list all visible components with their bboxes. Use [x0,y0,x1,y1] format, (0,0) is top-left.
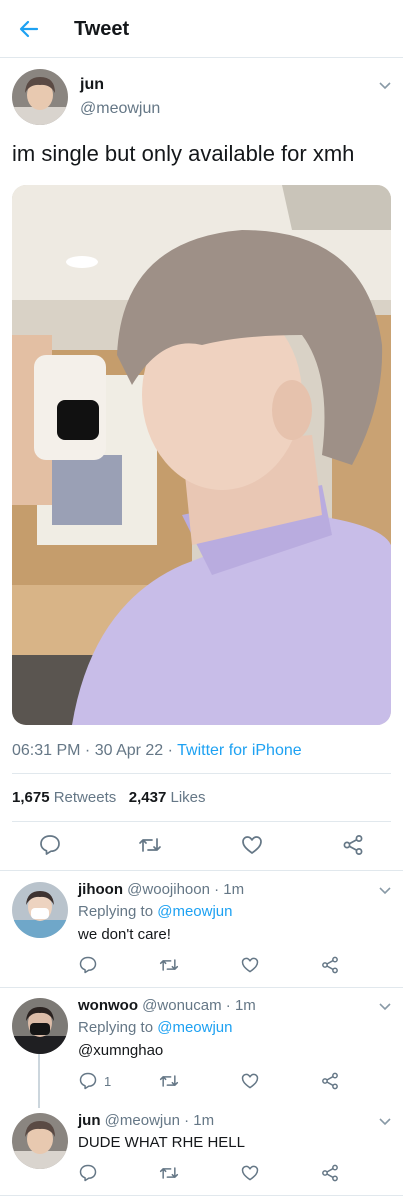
reply-count: 1 [104,1074,112,1089]
replying-to-label: Replying to [78,903,158,920]
avatar[interactable] [12,1113,68,1169]
reply-author-handle[interactable]: @wonucam [142,997,221,1014]
share-icon[interactable] [341,833,365,857]
thread-line [38,1054,40,1108]
like-icon[interactable] [240,1163,260,1183]
author-name[interactable]: jun [80,76,104,94]
like-icon[interactable] [240,955,260,975]
reply-author-name[interactable]: jihoon [78,881,123,898]
author-handle[interactable]: @meowjun [80,100,160,118]
tweet-timestamp: 06:31 PM · 30 Apr 22 · Twitter for iPhon… [12,742,302,760]
replying-to: Replying to @meowjun [78,1019,232,1036]
divider [12,821,391,822]
reply-text[interactable]: @xumnghao [78,1042,163,1059]
reply-text: we don't care! [78,926,171,943]
reply-icon[interactable] [78,1071,98,1091]
tweet-text: im single but only available for xmh [12,141,355,166]
retweet-count[interactable]: 1,675 [12,789,50,806]
reply-author-name[interactable]: jun [78,1112,101,1129]
like-icon[interactable] [240,1071,260,1091]
replying-to: Replying to @meowjun [78,903,232,920]
avatar[interactable] [12,998,68,1054]
retweet-label[interactable]: Retweets [54,789,117,806]
reply-author-name[interactable]: wonwoo [78,997,138,1014]
avatar[interactable] [12,69,68,125]
divider [0,1195,403,1196]
chevron-down-icon[interactable] [378,999,392,1013]
reply-author-handle[interactable]: @meowjun [105,1112,180,1129]
retweet-icon[interactable] [158,1071,180,1091]
divider [0,987,403,988]
like-label[interactable]: Likes [170,789,205,806]
chevron-down-icon[interactable] [378,883,392,897]
retweet-icon[interactable] [158,1163,180,1183]
replying-to-label: Replying to [78,1019,158,1036]
divider [0,870,403,871]
reply-header: jihoon @woojihoon · 1m [78,881,244,898]
share-icon[interactable] [320,955,340,975]
tweet-photo[interactable] [12,185,391,725]
retweet-icon[interactable] [137,833,163,857]
tweet-time: 06:31 PM · 30 Apr 22 · [12,742,178,759]
page-title: Tweet [74,18,130,40]
share-icon[interactable] [320,1163,340,1183]
back-arrow-icon[interactable] [17,17,41,41]
reply-header: jun @meowjun · 1m [78,1112,214,1129]
like-count[interactable]: 2,437 [129,789,167,806]
reply-time: · 1m [221,997,256,1014]
top-bar: Tweet [0,0,403,58]
reply-text: DUDE WHAT RHE HELL [78,1134,245,1151]
avatar[interactable] [12,882,68,938]
reply-author-handle[interactable]: @woojihoon [127,881,210,898]
replying-to-link[interactable]: @meowjun [157,1019,232,1036]
reply-icon[interactable] [38,833,62,857]
reply-time: · 1m [209,881,245,898]
divider [12,773,391,774]
tweet-stats: 1,675 Retweets 2,437 Likes [12,789,206,806]
reply-icon[interactable] [78,1163,98,1183]
tweet-client-link[interactable]: Twitter for iPhone [177,742,302,759]
like-icon[interactable] [240,833,264,857]
reply-time: · 1m [179,1112,215,1129]
chevron-down-icon[interactable] [378,78,392,92]
share-icon[interactable] [320,1071,340,1091]
replying-to-link[interactable]: @meowjun [157,903,232,920]
retweet-icon[interactable] [158,955,180,975]
reply-icon[interactable] [78,955,98,975]
reply-header: wonwoo @wonucam · 1m [78,997,256,1014]
chevron-down-icon[interactable] [378,1114,392,1128]
